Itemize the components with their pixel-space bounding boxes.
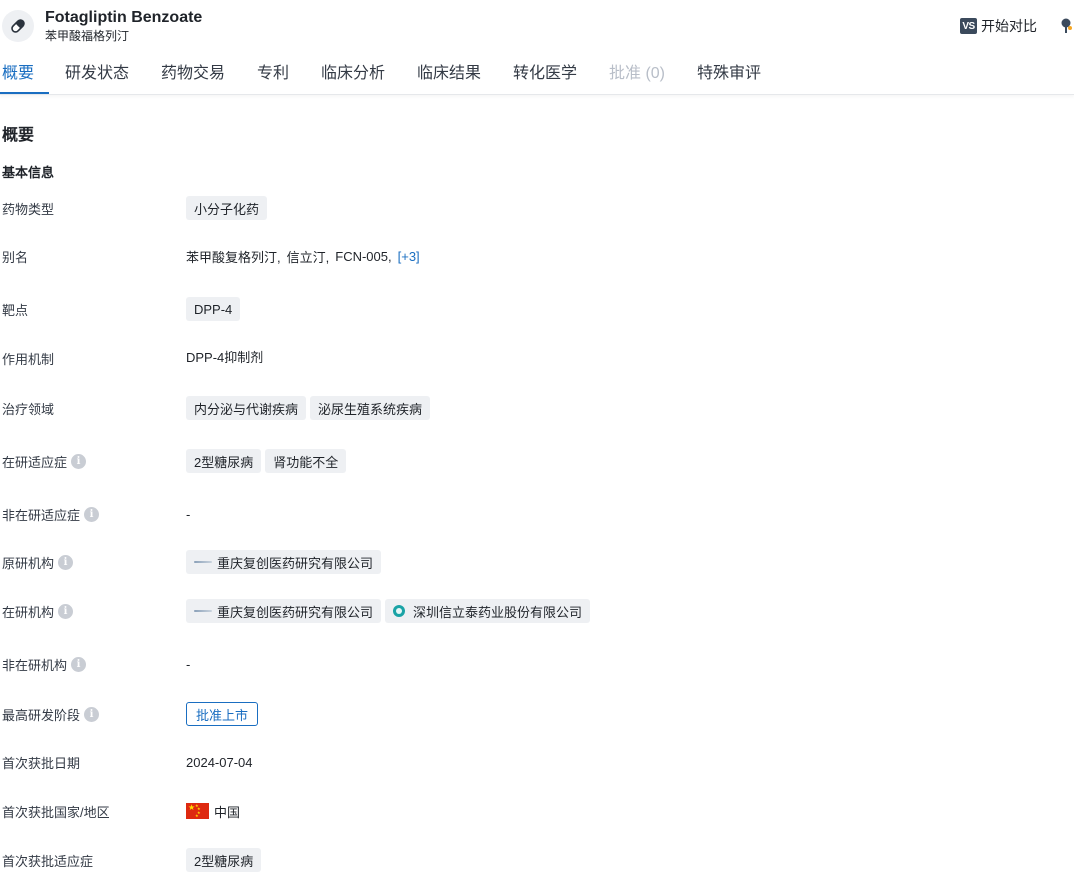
- alias-more-link[interactable]: [+3]: [398, 249, 420, 264]
- row-first-approval-date: 首次获批日期 2024-07-04: [0, 749, 1074, 775]
- mechanism-value: DPP-4抑制剂: [186, 349, 264, 365]
- row-label: 治疗领域: [2, 402, 55, 417]
- row-value: 重庆复创医药研究有限公司: [186, 549, 385, 575]
- vs-icon: VS: [960, 18, 977, 34]
- row-drug-type: 药物类型 小分子化药: [0, 195, 1074, 221]
- row-label: 在研机构 i: [2, 602, 74, 621]
- row-label-text: 在研适应症: [2, 455, 68, 470]
- info-icon[interactable]: i: [58, 604, 74, 619]
- row-label-text: 非在研机构: [2, 658, 68, 673]
- row-originator: 原研机构 i 重庆复创医药研究有限公司: [0, 549, 1074, 575]
- row-label: 在研适应症 i: [2, 452, 87, 471]
- alias-item: FCN-005,: [335, 248, 392, 264]
- row-active-indication: 在研适应症 i 2型糖尿病 肾功能不全: [0, 448, 1074, 474]
- row-label-text: 在研机构: [2, 605, 55, 620]
- alias-item: 信立汀,: [286, 249, 330, 265]
- approval-date-value: 2024-07-04: [186, 754, 253, 770]
- tab-patents[interactable]: 专利: [257, 64, 289, 84]
- tab-translational[interactable]: 转化医学: [513, 64, 577, 84]
- info-icon[interactable]: i: [84, 507, 100, 522]
- row-label-text: 非在研适应症: [2, 508, 81, 523]
- row-therapeutic-area: 治疗领域 内分泌与代谢疾病 泌尿生殖系统疾病: [0, 395, 1074, 421]
- target-tag[interactable]: DPP-4: [186, 297, 241, 321]
- row-label-text: 原研机构: [2, 556, 55, 571]
- row-first-approval-indication: 首次获批适应症 2型糖尿病: [0, 847, 1074, 873]
- row-label: 首次获批日期: [2, 756, 81, 771]
- drug-header: Fotagliptin Benzoate 苯甲酸福格列汀 VS 开始对比: [0, 0, 1074, 56]
- info-icon[interactable]: i: [84, 707, 100, 722]
- info-icon[interactable]: i: [58, 555, 74, 570]
- row-label: 首次获批适应症: [2, 854, 94, 869]
- info-icon[interactable]: i: [71, 454, 87, 469]
- row-highest-phase: 最高研发阶段 i 批准上市: [0, 701, 1074, 727]
- row-label: 靶点: [2, 303, 29, 318]
- org-logo-icon: [393, 605, 406, 617]
- row-label: 别名: [2, 250, 29, 265]
- section-title: 概要: [2, 127, 35, 144]
- row-label: 非在研机构 i: [2, 655, 87, 674]
- compare-label: 开始对比: [981, 18, 1037, 34]
- indication-tag[interactable]: 2型糖尿病: [186, 848, 262, 872]
- row-first-approval-country: 首次获批国家/地区 ★ ★ ★ ★ ★ 中国: [0, 798, 1074, 824]
- row-inactive-indication: 非在研适应症 i -: [0, 501, 1074, 527]
- tab-special-review[interactable]: 特殊审评: [697, 64, 761, 84]
- drug-type-tag[interactable]: 小分子化药: [186, 196, 268, 220]
- pill-icon: [2, 10, 34, 42]
- tab-approval: 批准 (0): [609, 65, 666, 82]
- row-value: 2型糖尿病 肾功能不全: [186, 448, 350, 474]
- row-active-org: 在研机构 i 重庆复创医药研究有限公司 深圳信立泰药业股份有限公司: [0, 598, 1074, 624]
- row-value: 重庆复创医药研究有限公司 深圳信立泰药业股份有限公司: [186, 598, 594, 624]
- org-tag[interactable]: 重庆复创医药研究有限公司: [186, 550, 382, 574]
- indication-tag[interactable]: 肾功能不全: [265, 449, 347, 473]
- row-label: 药物类型: [2, 202, 55, 217]
- empty-value: -: [186, 656, 191, 672]
- china-flag-icon: ★ ★ ★ ★ ★: [186, 803, 209, 819]
- row-label: 非在研适应症 i: [2, 505, 100, 524]
- row-value: 2型糖尿病: [186, 847, 265, 873]
- row-label: 最高研发阶段 i: [2, 705, 100, 724]
- tab-rd-status[interactable]: 研发状态: [65, 64, 129, 84]
- empty-value: -: [186, 506, 191, 522]
- org-tag[interactable]: 深圳信立泰药业股份有限公司: [385, 599, 591, 623]
- row-mechanism: 作用机制 DPP-4抑制剂: [0, 343, 1074, 369]
- active-tab-indicator: [0, 92, 49, 94]
- org-logo-icon: [194, 558, 212, 566]
- row-value: 苯甲酸复格列汀, 信立汀, FCN-005, [+3]: [186, 243, 420, 269]
- org-name: 深圳信立泰药业股份有限公司: [413, 604, 583, 620]
- row-label: 原研机构 i: [2, 553, 74, 572]
- tab-clinical-analysis[interactable]: 临床分析: [321, 64, 385, 84]
- org-tag[interactable]: 重庆复创医药研究有限公司: [186, 599, 382, 623]
- row-label-text: 最高研发阶段: [2, 708, 81, 723]
- org-logo-icon: [194, 607, 212, 615]
- drug-subtitle: 苯甲酸福格列汀: [45, 29, 130, 43]
- tab-deals[interactable]: 药物交易: [161, 64, 225, 84]
- row-label: 作用机制: [2, 352, 55, 367]
- org-name: 重庆复创医药研究有限公司: [217, 555, 374, 571]
- row-value: 内分泌与代谢疾病 泌尿生殖系统疾病: [186, 395, 434, 421]
- tab-clinical-results[interactable]: 临床结果: [417, 64, 481, 84]
- row-value: 小分子化药: [186, 195, 271, 221]
- tab-overview[interactable]: 概要: [2, 64, 34, 84]
- drug-title: Fotagliptin Benzoate: [45, 9, 203, 26]
- tab-bar: 概要 研发状态 药物交易 专利 临床分析 临床结果 转化医学 批准 (0) 特殊…: [0, 56, 1074, 95]
- row-inactive-org: 非在研机构 i -: [0, 651, 1074, 677]
- row-label: 首次获批国家/地区: [2, 805, 110, 820]
- compare-button[interactable]: VS 开始对比: [960, 17, 1037, 35]
- row-value: DPP-4: [186, 296, 244, 322]
- country-name: 中国: [214, 804, 241, 820]
- info-icon[interactable]: i: [71, 657, 87, 672]
- row-value: 批准上市: [186, 701, 259, 727]
- subsection-title: 基本信息: [2, 165, 55, 180]
- alias-item: 苯甲酸复格列汀,: [186, 249, 281, 265]
- row-alias: 别名 苯甲酸复格列汀, 信立汀, FCN-005, [+3]: [0, 243, 1074, 269]
- phase-badge[interactable]: 批准上市: [186, 702, 259, 726]
- row-target: 靶点 DPP-4: [0, 296, 1074, 322]
- pin-icon[interactable]: [1058, 17, 1074, 35]
- row-value: ★ ★ ★ ★ ★ 中国: [186, 798, 240, 824]
- therapeutic-area-tag[interactable]: 泌尿生殖系统疾病: [310, 396, 431, 420]
- indication-tag[interactable]: 2型糖尿病: [186, 449, 262, 473]
- therapeutic-area-tag[interactable]: 内分泌与代谢疾病: [186, 396, 307, 420]
- org-name: 重庆复创医药研究有限公司: [217, 604, 374, 620]
